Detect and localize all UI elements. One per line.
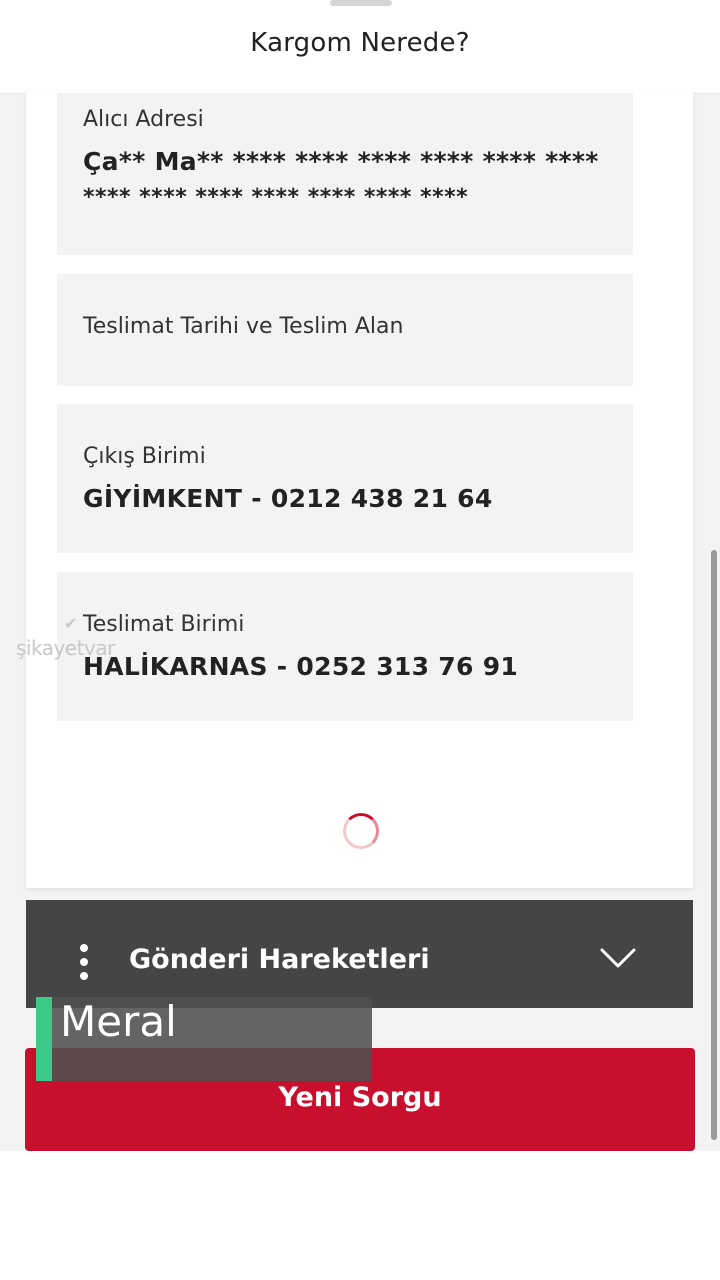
delivery-date-label: Teslimat Tarihi ve Teslim Alan — [83, 314, 404, 339]
new-query-button-label: Yeni Sorgu — [278, 1082, 442, 1113]
scrollbar[interactable] — [711, 550, 717, 1140]
departure-unit-value: GİYİMKENT - 0212 438 21 64 — [83, 484, 493, 513]
shipment-details-card: Alıcı Adresi Ça** Ma** **** **** **** **… — [26, 93, 693, 888]
caption-accent-bar — [36, 997, 52, 1081]
departure-unit-box: Çıkış Birimi GİYİMKENT - 0212 438 21 64 — [57, 404, 633, 553]
watermark-bird-icon: ✔ — [64, 614, 78, 633]
recipient-address-box: Alıcı Adresi Ça** Ma** **** **** **** **… — [57, 93, 633, 255]
loading-spinner-icon — [343, 813, 379, 849]
recipient-address-label: Alıcı Adresi — [83, 107, 204, 132]
caption-text: Meral — [60, 997, 177, 1046]
chevron-down-icon[interactable] — [600, 946, 636, 970]
recipient-address-line1: Ça** Ma** **** **** **** **** **** **** — [83, 147, 599, 176]
delivery-unit-box: Teslimat Birimi HALİKARNAS - 0252 313 76… — [57, 572, 633, 721]
shipment-movements-accordion[interactable]: Gönderi Hareketleri — [26, 900, 693, 1008]
delivery-date-box: Teslimat Tarihi ve Teslim Alan — [57, 274, 633, 386]
delivery-unit-label: Teslimat Birimi — [83, 612, 245, 637]
bottom-safe-area — [0, 1151, 720, 1280]
sheet-grabber[interactable] — [330, 0, 392, 6]
page-title: Kargom Nerede? — [250, 28, 470, 58]
screen: Kargom Nerede? Alıcı Adresi Ça** Ma** **… — [0, 0, 720, 1280]
delivery-unit-value: HALİKARNAS - 0252 313 76 91 — [83, 652, 519, 681]
vertical-dots-icon — [80, 944, 88, 984]
watermark: şikayetvar — [16, 636, 115, 660]
recipient-address-line2: **** **** **** **** **** **** **** — [83, 185, 469, 210]
departure-unit-label: Çıkış Birimi — [83, 444, 206, 469]
video-caption: Meral — [36, 997, 372, 1081]
shipment-movements-title: Gönderi Hareketleri — [129, 944, 430, 975]
header: Kargom Nerede? — [0, 0, 720, 94]
